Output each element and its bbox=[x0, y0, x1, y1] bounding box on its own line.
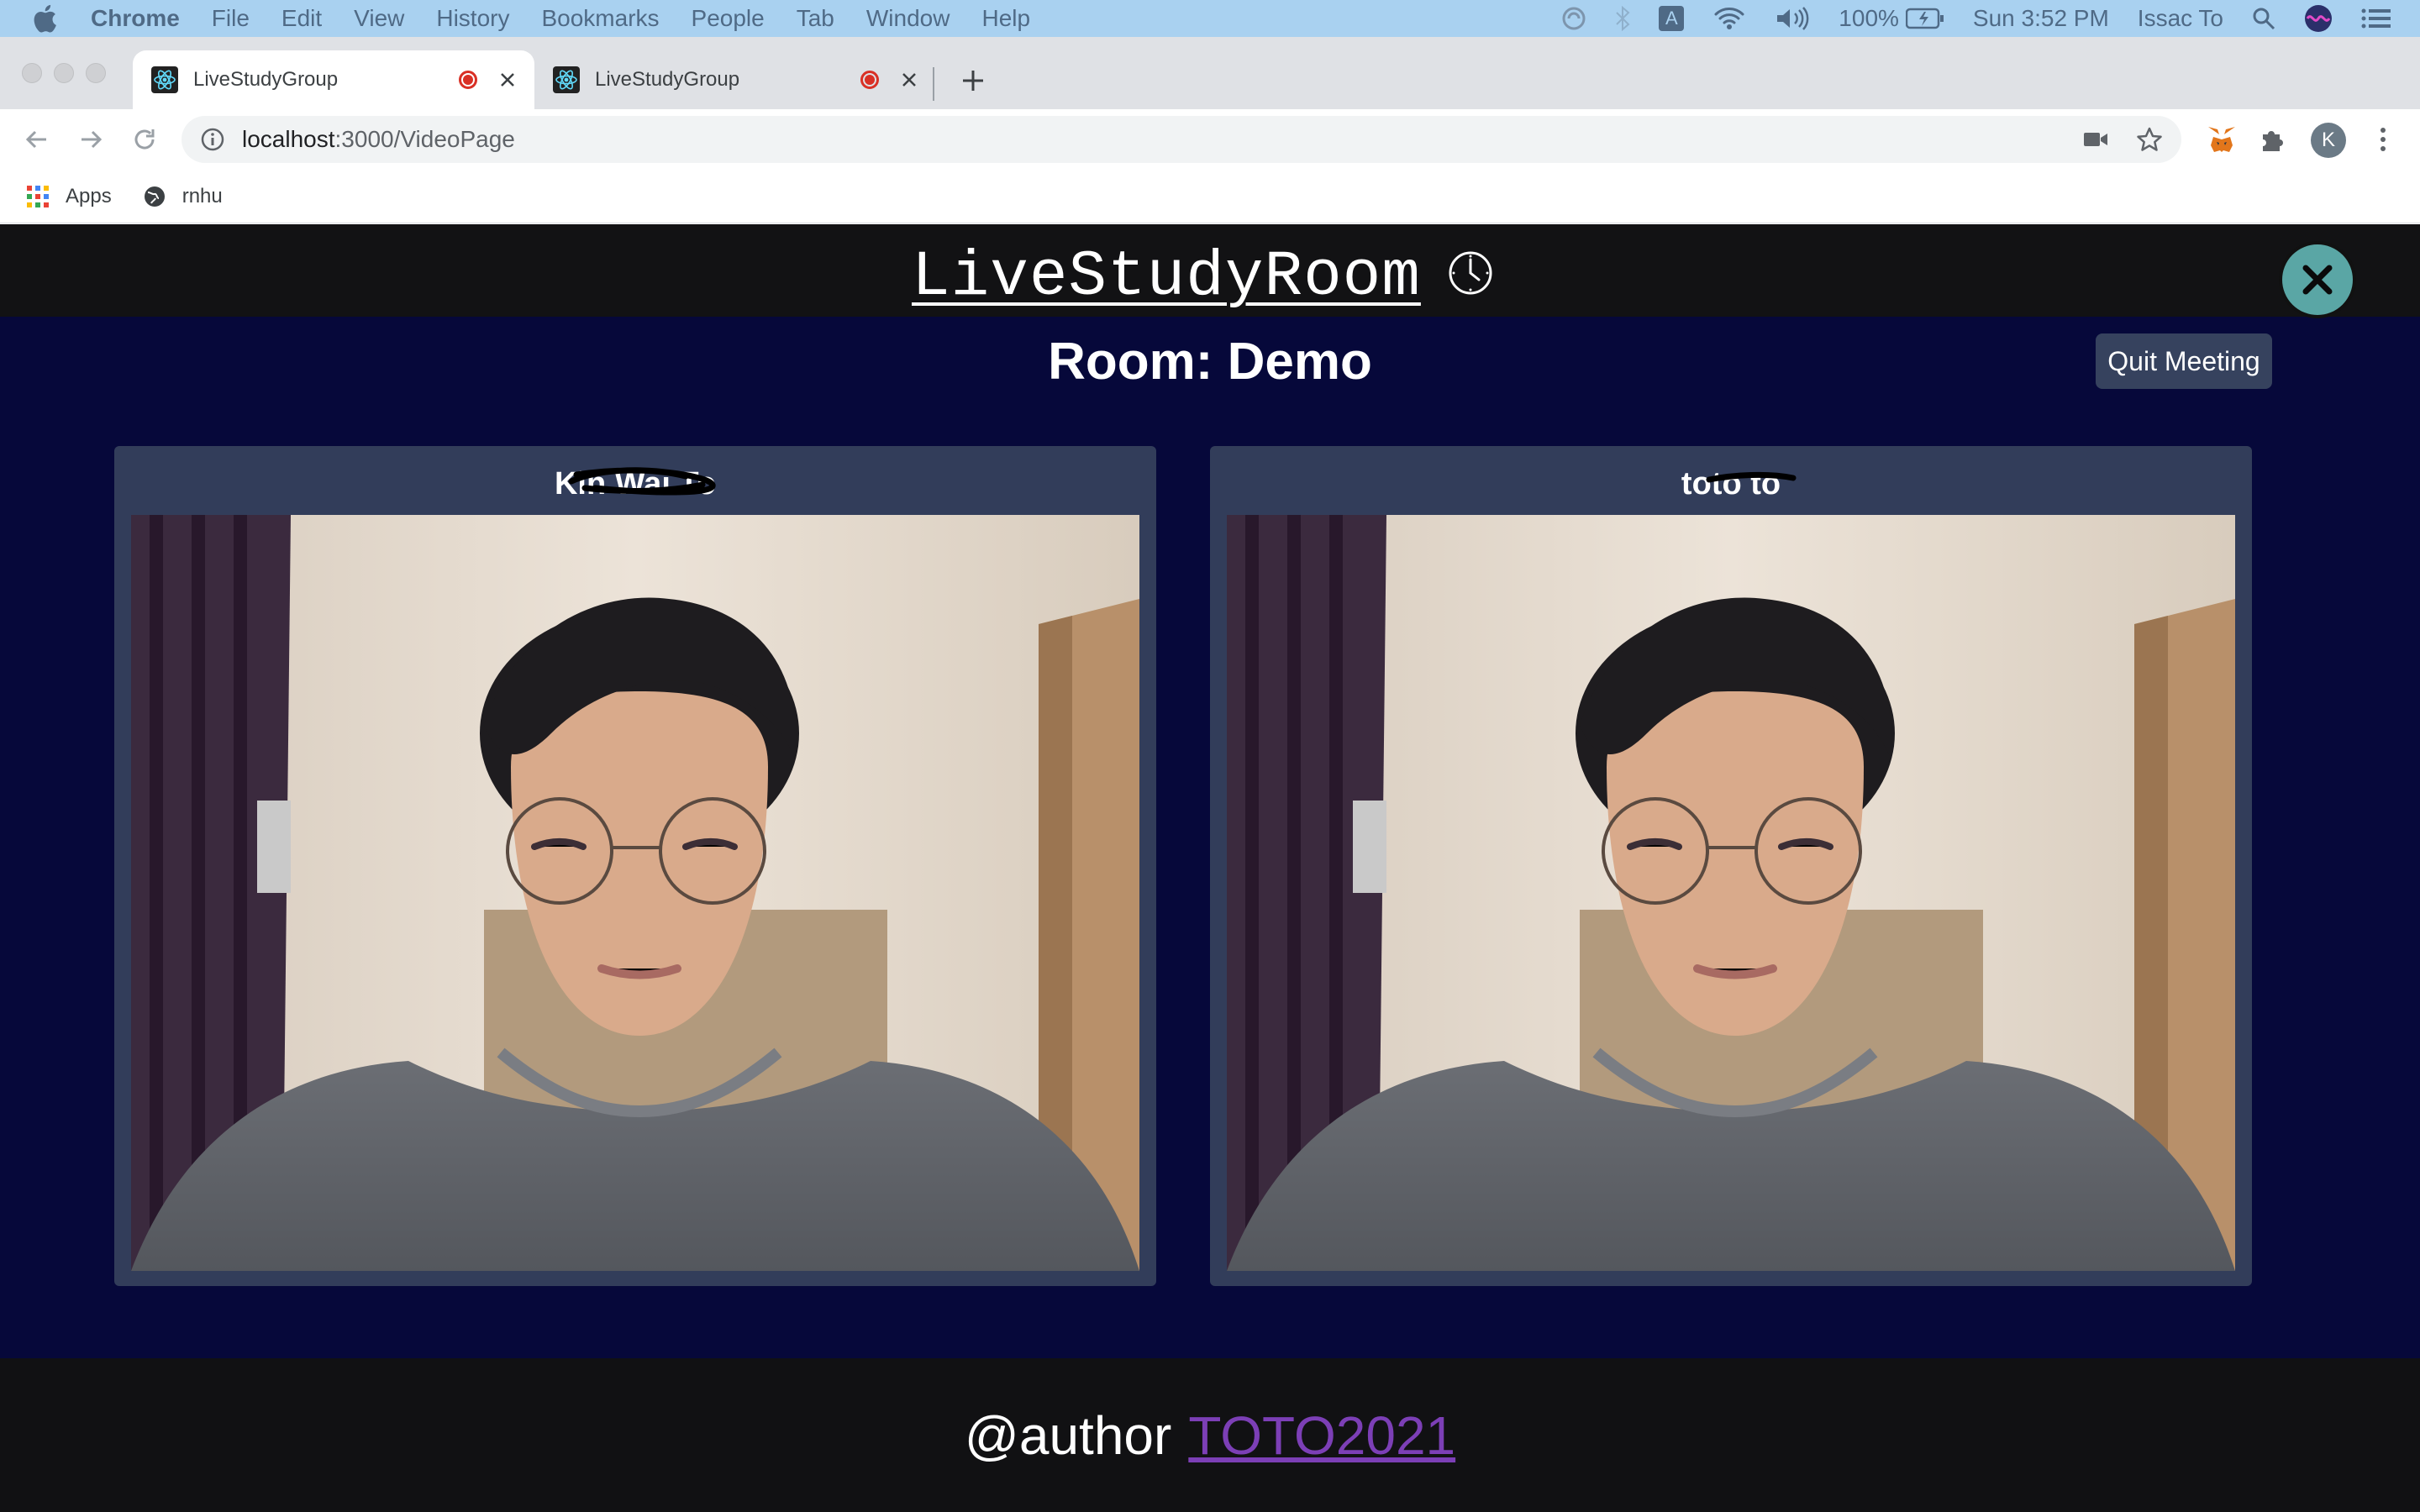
new-tab-plus-icon[interactable] bbox=[956, 64, 990, 97]
menu-file[interactable]: File bbox=[212, 5, 250, 32]
address-bar[interactable]: localhost:3000/VideoPage bbox=[182, 116, 2181, 163]
recording-indicator-icon bbox=[459, 71, 477, 89]
bluetooth-icon[interactable] bbox=[1615, 6, 1630, 31]
menubar-user[interactable]: Issac To bbox=[2138, 5, 2223, 32]
tab-title: LiveStudyGroup bbox=[595, 68, 740, 91]
spotlight-search-icon[interactable] bbox=[2252, 7, 2275, 30]
recording-indicator-icon bbox=[860, 71, 879, 89]
sync-icon[interactable] bbox=[1561, 6, 1586, 31]
metamask-fox-icon[interactable] bbox=[2207, 124, 2237, 155]
globe-icon bbox=[142, 184, 167, 209]
window-close-button[interactable] bbox=[22, 63, 42, 83]
name-redaction-scribble bbox=[1706, 471, 1797, 483]
menu-history[interactable]: History bbox=[436, 5, 509, 32]
address-bar-actions bbox=[2057, 124, 2165, 155]
input-source-icon[interactable]: A bbox=[1659, 6, 1685, 31]
menu-tab[interactable]: Tab bbox=[797, 5, 834, 32]
extensions-puzzle-icon[interactable] bbox=[2257, 124, 2287, 155]
author-link[interactable]: TOTO2021 bbox=[1188, 1404, 1455, 1467]
macos-menubar: Chrome File Edit View History Bookmarks … bbox=[0, 0, 2420, 37]
participant-video-card: Kin Wai To bbox=[114, 446, 1156, 1286]
tab-divider bbox=[933, 67, 934, 101]
menu-window[interactable]: Window bbox=[866, 5, 950, 32]
participant-video-stream[interactable] bbox=[1227, 515, 2235, 1271]
menu-app-name[interactable]: Chrome bbox=[91, 5, 180, 32]
forward-arrow-icon[interactable] bbox=[74, 123, 108, 156]
notification-center-icon[interactable] bbox=[2361, 7, 2391, 30]
app-footer: @author TOTO2021 bbox=[0, 1358, 2420, 1512]
menubar-status-area: A 100% Sun 3:52 PM Issac To bbox=[1561, 0, 2420, 37]
bookmark-label: Apps bbox=[66, 184, 112, 207]
window-minimize-button[interactable] bbox=[54, 63, 74, 83]
webcam-frame-image bbox=[131, 515, 1139, 1271]
clock-icon bbox=[1449, 251, 1492, 295]
bookmark-apps[interactable]: Apps bbox=[25, 184, 112, 209]
name-redaction-scribble bbox=[568, 467, 716, 496]
bookmark-star-icon[interactable] bbox=[2134, 124, 2165, 155]
participant-video-card: toto to bbox=[1210, 446, 2252, 1286]
back-arrow-icon[interactable] bbox=[20, 123, 54, 156]
menu-view[interactable]: View bbox=[354, 5, 404, 32]
camera-in-use-icon[interactable] bbox=[2081, 124, 2111, 155]
tab-close-icon[interactable] bbox=[897, 68, 921, 92]
web-page: LiveStudyRoom Room: Demo Quit Meeting Ki… bbox=[0, 224, 2420, 1512]
quit-meeting-button[interactable]: Quit Meeting bbox=[2096, 333, 2272, 389]
bookmark-rnhu[interactable]: rnhu bbox=[142, 184, 223, 209]
bookmark-label: rnhu bbox=[182, 184, 223, 207]
room-title: Room: Demo bbox=[1048, 333, 1372, 391]
siri-icon[interactable] bbox=[2304, 4, 2333, 33]
react-favicon-icon bbox=[553, 66, 580, 93]
bookmarks-bar: Apps rnhu bbox=[0, 170, 2420, 223]
app-header: LiveStudyRoom bbox=[0, 224, 2420, 318]
menubar-clock[interactable]: Sun 3:52 PM bbox=[1973, 5, 2109, 32]
apps-grid-icon bbox=[25, 184, 50, 209]
menu-help[interactable]: Help bbox=[981, 5, 1030, 32]
close-icon bbox=[2302, 265, 2333, 295]
wifi-icon[interactable] bbox=[1712, 6, 1746, 31]
menu-people[interactable]: People bbox=[692, 5, 765, 32]
more-menu-icon[interactable] bbox=[2368, 124, 2398, 155]
close-room-button[interactable] bbox=[2279, 241, 2356, 318]
volume-icon[interactable] bbox=[1775, 6, 1810, 31]
battery-percent: 100% bbox=[1839, 5, 1899, 31]
site-info-icon[interactable] bbox=[200, 127, 225, 152]
battery-icon[interactable] bbox=[1905, 8, 1944, 29]
browser-toolbar: localhost:3000/VideoPage K bbox=[0, 109, 2420, 170]
tab-livestudygroup[interactable]: LiveStudyGroup bbox=[534, 50, 936, 109]
url-text[interactable]: localhost:3000/VideoPage bbox=[242, 126, 515, 153]
apple-icon[interactable] bbox=[32, 4, 66, 33]
tab-strip: LiveStudyGroup LiveStudyGroup bbox=[0, 37, 2420, 109]
brand-title-link[interactable]: LiveStudyRoom bbox=[912, 241, 1421, 313]
window-zoom-button[interactable] bbox=[86, 63, 106, 83]
reload-icon[interactable] bbox=[128, 123, 161, 156]
tab-livestudygroup-active[interactable]: LiveStudyGroup bbox=[133, 50, 534, 109]
footer-author-prefix: @author bbox=[964, 1404, 1172, 1466]
tab-close-icon[interactable] bbox=[496, 68, 519, 92]
profile-avatar[interactable]: K bbox=[2311, 123, 2346, 158]
participant-video-stream[interactable] bbox=[131, 515, 1139, 1271]
menu-bookmarks[interactable]: Bookmarks bbox=[541, 5, 659, 32]
react-favicon-icon bbox=[151, 66, 178, 93]
menu-edit[interactable]: Edit bbox=[281, 5, 322, 32]
webcam-frame-image bbox=[1227, 515, 2235, 1271]
tab-title: LiveStudyGroup bbox=[193, 68, 339, 91]
